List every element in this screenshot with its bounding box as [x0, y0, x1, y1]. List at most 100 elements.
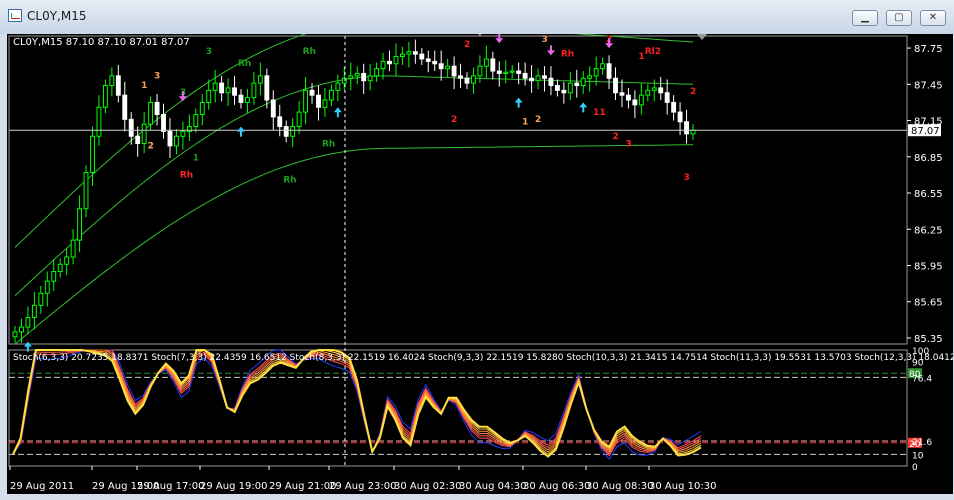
up-arrow-icon: [333, 107, 342, 118]
signal-label: Rl2: [645, 47, 661, 57]
signal-label: 2: [690, 87, 696, 97]
down-arrow-icon: [495, 33, 504, 44]
price-tick-label: 86.85: [914, 153, 943, 164]
candle-body: [658, 87, 664, 94]
signal-label: 3: [541, 35, 547, 45]
candle-body: [341, 77, 347, 84]
signal-label: 11: [593, 108, 606, 118]
chart-canvas[interactable]: 85.3585.6585.9586.2586.5586.8587.1587.45…: [7, 8, 954, 494]
candle-body: [471, 75, 476, 84]
candle-body: [490, 58, 496, 72]
time-tick-label: 30 Aug 02:30: [394, 481, 461, 492]
candle-body: [44, 280, 50, 294]
signal-label: 3: [625, 139, 631, 149]
signal-label: 1: [141, 81, 147, 91]
oscillator-tick-label: 21.6: [912, 438, 932, 448]
up-arrow-icon: [579, 102, 588, 113]
candle-body: [438, 63, 444, 70]
candle-body: [212, 82, 218, 91]
price-tick-label: 87.75: [914, 44, 943, 55]
candle-body: [458, 75, 463, 79]
signal-label: 3: [154, 71, 160, 81]
candle-body: [135, 135, 141, 144]
time-tick-label: 29 Aug 2011: [10, 481, 74, 492]
candle-body: [542, 75, 547, 79]
down-arrow-icon: [546, 45, 555, 56]
candle-body: [354, 72, 360, 77]
signal-label: 2: [451, 115, 457, 125]
candle-body: [102, 85, 108, 108]
signal-label: 1: [193, 154, 199, 164]
candle-body: [109, 75, 115, 87]
signal-label: 2: [535, 115, 541, 125]
x-axis: 29 Aug 2011 29 Aug 15:0029 Aug 17:0029 Au…: [9, 466, 716, 492]
candle-body: [529, 77, 535, 82]
up-arrow-icon: [514, 97, 523, 108]
close-button[interactable]: ✕: [920, 10, 946, 26]
window-titlebar: CL0Y,M15 ▁ ▢ ✕: [0, 0, 954, 34]
signal-label: 2: [148, 142, 154, 152]
candle-body: [335, 82, 341, 91]
candle-body: [671, 101, 677, 113]
candle-body: [574, 82, 580, 87]
candle-body: [83, 171, 89, 210]
time-tick-label: 30 Aug 04:30: [459, 481, 526, 492]
candle-body: [361, 72, 367, 82]
minimize-button[interactable]: ▁: [852, 10, 878, 26]
candle-body: [374, 68, 380, 77]
candle-body: [70, 239, 76, 258]
candle-body: [399, 53, 405, 58]
candle-body: [522, 72, 528, 79]
candle-body: [664, 92, 670, 103]
candle-body: [225, 87, 231, 94]
candle-body: [535, 75, 541, 82]
candle-body: [64, 256, 70, 265]
signal-label: 2: [464, 40, 470, 50]
current-price-label: 87.07: [911, 126, 940, 137]
candle-body: [651, 87, 657, 91]
candle-body: [451, 65, 457, 77]
candle-body: [677, 111, 683, 123]
time-tick-label: 30 Aug 06:30: [523, 481, 590, 492]
candle-body: [548, 77, 554, 87]
price-tick-label: 85.65: [914, 298, 943, 309]
signal-label: 3: [206, 47, 212, 57]
price-tick-label: 85.35: [914, 334, 943, 345]
candle-body: [96, 106, 102, 137]
candle-body: [206, 89, 212, 103]
candle-body: [380, 60, 386, 70]
candle-body: [587, 75, 593, 79]
candle-body: [567, 82, 573, 94]
candle-body: [348, 75, 354, 79]
price-tick-label: 86.55: [914, 189, 943, 200]
lower-band-line: [14, 144, 694, 345]
signal-label: Rh: [180, 171, 193, 181]
candle-body: [296, 111, 302, 128]
candle-body: [593, 68, 599, 77]
candle-body: [322, 99, 328, 108]
candle-body: [77, 208, 83, 241]
candle-body: [309, 89, 315, 96]
candle-body: [290, 126, 296, 137]
candle-body: [283, 126, 289, 137]
candle-body: [12, 331, 18, 338]
maximize-button[interactable]: ▢: [886, 10, 912, 26]
candle-body: [303, 89, 309, 113]
candle-body: [277, 116, 283, 128]
chart-window-icon: [8, 9, 22, 22]
chart-area[interactable]: 85.35 85.65 85.95 86.25 86.55 86.85 87.15 87.45…: [7, 8, 954, 494]
candle-body: [561, 89, 567, 94]
candle-body: [477, 65, 483, 77]
candle-body: [199, 101, 205, 116]
candle-body: [645, 89, 651, 96]
candle-body: [509, 70, 515, 73]
time-tick-label: 29 Aug 19:00: [200, 481, 267, 492]
candle-body: [503, 71, 509, 74]
candle-body: [613, 77, 618, 94]
oscillator-tick-label: 0: [912, 463, 918, 473]
time-tick-label: 30 Aug 08:30: [586, 481, 653, 492]
candle-body: [638, 94, 644, 106]
candle-body: [148, 101, 154, 125]
upper-band-line: [14, 19, 694, 248]
candle-body: [161, 114, 166, 132]
